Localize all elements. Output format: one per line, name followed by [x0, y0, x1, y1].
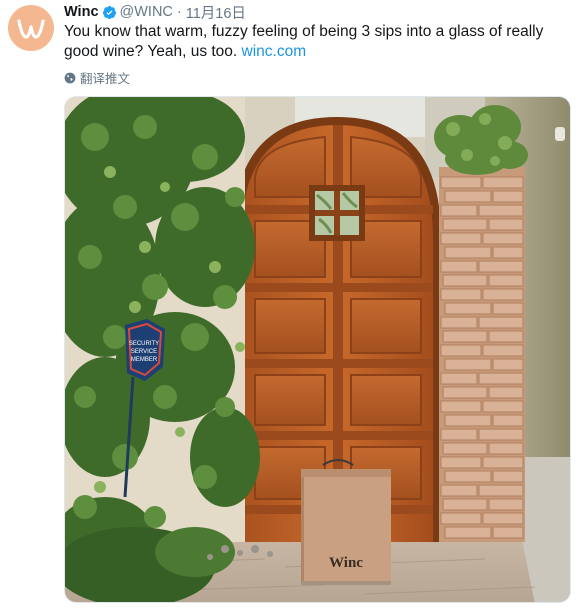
plaque-text: SECURITY SERVICE MEMBER — [129, 341, 159, 363]
winc-logo-icon — [17, 19, 45, 39]
tweet-timestamp[interactable]: 11月16日 — [186, 2, 246, 23]
globe-icon — [64, 72, 76, 83]
box-brand-text: Winc — [329, 555, 363, 571]
tweet-header: Winc @WINC · 11月16日 — [64, 2, 246, 23]
doorway-photo: SECURITY SERVICE MEMBER Winc — [65, 97, 570, 602]
avatar[interactable] — [8, 5, 54, 51]
verified-badge-icon — [102, 5, 116, 19]
separator-dot: · — [176, 4, 182, 20]
tweet-link[interactable]: winc.com — [242, 43, 307, 60]
translate-label: 翻译推文 — [80, 72, 131, 86]
translate-tweet-button[interactable]: 翻译推文 — [64, 68, 130, 87]
tweet-text: You know that warm, fuzzy feeling of bei… — [64, 22, 564, 62]
display-name[interactable]: Winc — [64, 4, 99, 20]
tweet-image[interactable]: SECURITY SERVICE MEMBER Winc — [64, 96, 571, 603]
user-handle[interactable]: @WINC — [120, 4, 173, 20]
